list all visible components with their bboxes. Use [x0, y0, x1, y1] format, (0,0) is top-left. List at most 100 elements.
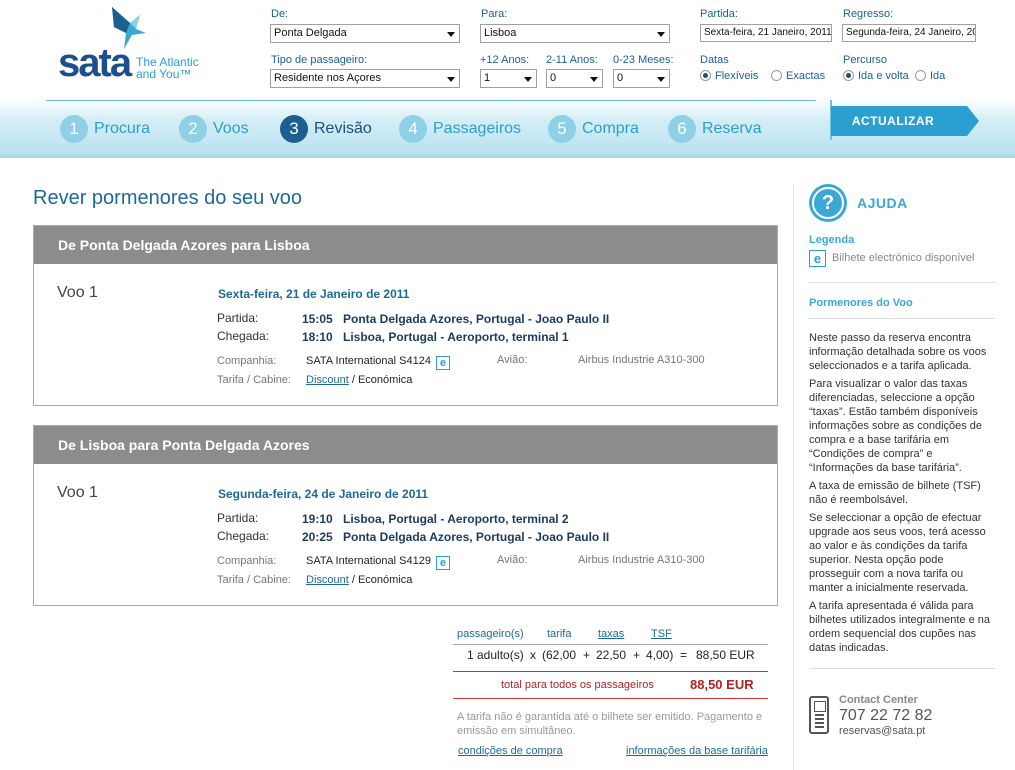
to-select-value: Lisboa: [484, 27, 517, 39]
contact-center-title: Contact Center: [839, 694, 918, 706]
equals-sign: =: [680, 648, 688, 662]
flight-body: Voo 1 Segunda-feira, 24 de Janeiro de 20…: [34, 464, 777, 604]
chevron-down-icon: [657, 32, 665, 37]
depart-place: Lisboa, Portugal - Aeroporto, terminal 2: [343, 512, 569, 526]
depart-label: Partida:: [217, 311, 259, 325]
help-question-glyph: ?: [821, 192, 835, 214]
tagline-line-2: and You™: [136, 67, 192, 81]
dates-flexible-label: Flexíveis: [715, 70, 759, 82]
return-date-label: Regresso:: [843, 8, 894, 20]
arrive-time: 18:10: [302, 330, 333, 344]
step-number: 6: [668, 115, 696, 143]
legend-text: Bilhete electrónico disponível: [832, 252, 975, 264]
from-label: De:: [271, 8, 289, 20]
help-paragraph: A tarifa apresentada é válida para bilhe…: [809, 600, 991, 654]
logo-tagline: The Atlantic and You™: [136, 56, 199, 80]
step-label: Revisão: [314, 120, 372, 137]
help-paragraph: A taxa de emissão de bilhete (TSF) não é…: [809, 480, 981, 506]
times-sign: x: [530, 648, 536, 662]
flight-card-return: De Lisboa para Ponta Delgada Azores Voo …: [33, 425, 778, 606]
depart-place: Ponta Delgada Azores, Portugal - Joao Pa…: [343, 312, 610, 326]
fare-amount: (62,00: [542, 648, 577, 662]
step-voos[interactable]: 2 Voos: [179, 115, 249, 143]
purchase-conditions-link[interactable]: condições de compra: [458, 745, 563, 757]
step-label: Voos: [213, 120, 249, 137]
infants-value: 0: [617, 72, 624, 84]
header: sata The Atlantic and You™ De: Ponta Del…: [0, 0, 1015, 158]
legend-title: Legenda: [809, 234, 855, 246]
route-return-radio[interactable]: Ida e volta: [843, 70, 909, 82]
plus-sign: +: [583, 648, 591, 662]
company-name: SATA International S4124: [306, 355, 431, 367]
help-text: Neste passo da reserva encontra informaç…: [809, 331, 995, 659]
actualizar-button[interactable]: ACTUALIZAR: [831, 106, 979, 136]
company-label: Companhia:: [217, 355, 277, 367]
fare-cabin-value: Discount / Económica: [306, 374, 412, 386]
taxes-link[interactable]: taxas: [598, 628, 624, 640]
aircraft-label: Avião:: [497, 354, 528, 366]
company-label: Companhia:: [217, 555, 277, 567]
divider: [809, 318, 995, 319]
route-oneway-label: Ida: [930, 70, 946, 82]
depart-date-field[interactable]: Sexta-feira, 21 Janeiro, 2011: [700, 24, 832, 42]
actualizar-label: ACTUALIZAR: [851, 114, 935, 128]
dates-exact-label: Exactas: [786, 70, 826, 82]
step-label: Compra: [582, 120, 639, 137]
from-select[interactable]: Ponta Delgada: [270, 24, 460, 43]
aircraft-label: Avião:: [497, 554, 528, 566]
arrive-place: Lisboa, Portugal - Aeroporto, terminal 1: [343, 330, 569, 344]
fare-cabin-label: Tarifa / Cabine:: [217, 374, 291, 386]
chevron-down-icon: [447, 77, 455, 82]
fare-disclaimer: A tarifa não é garantida até o bilhete s…: [457, 711, 763, 737]
adults-value: 1: [484, 72, 491, 84]
arrive-label: Chegada:: [217, 329, 270, 343]
dates-label: Datas: [700, 54, 729, 66]
company-value: SATA International S4124 e: [306, 355, 451, 370]
infants-select[interactable]: 0: [613, 69, 670, 88]
step-number: 3: [280, 115, 308, 143]
divider: [453, 671, 768, 672]
flight-details-title: Pormenores do Voo: [809, 297, 913, 309]
tsf-amount: 4,00): [646, 648, 674, 662]
fare-cabin-value: Discount / Económica: [306, 574, 412, 586]
fare-basis-info-link[interactable]: informações da base tarifária: [626, 745, 768, 757]
help-paragraph: Para visualizar o valor das taxas difere…: [809, 378, 983, 474]
arrive-label: Chegada:: [217, 529, 270, 543]
adults-label: +12 Anos:: [480, 54, 530, 66]
e-ticket-icon: e: [809, 250, 826, 267]
radio-empty-icon: [771, 70, 782, 81]
infants-label: 0-23 Meses:: [613, 54, 674, 66]
fare-discount-link[interactable]: Discount: [306, 574, 349, 586]
to-select[interactable]: Lisboa: [480, 24, 670, 43]
sata-logo[interactable]: sata The Atlantic and You™: [58, 5, 208, 83]
flight-header: De Lisboa para Ponta Delgada Azores: [34, 426, 777, 464]
price-summary-header: passageiro(s) tarifa taxas TSF: [453, 628, 768, 644]
step-revisao: 3 Revisão: [280, 115, 372, 143]
help-question-icon: ?: [809, 184, 847, 222]
booking-steps: 1 Procura 2 Voos 3 Revisão 4 Passageiros 5 Co…: [46, 100, 816, 156]
route-return-label: Ida e volta: [858, 70, 909, 82]
arrive-time: 20:25: [302, 530, 333, 544]
tsf-link[interactable]: TSF: [651, 628, 672, 640]
dates-flexible-radio[interactable]: Flexíveis: [700, 70, 758, 82]
route-label: Percurso: [843, 54, 888, 66]
route-oneway-radio[interactable]: Ida: [915, 70, 945, 82]
total-label: total para todos os passageiros: [501, 679, 654, 691]
contact-email[interactable]: reservas@sata.pt: [839, 725, 925, 737]
flight-date: Segunda-feira, 24 de Janeiro de 2011: [218, 487, 429, 501]
page-title: Rever pormenores do seu voo: [33, 187, 303, 209]
step-procura[interactable]: 1 Procura: [60, 115, 150, 143]
return-date-field[interactable]: Segunda-feira, 24 Janeiro, 2011: [842, 24, 976, 42]
fare-discount-link[interactable]: Discount: [306, 374, 349, 386]
phone-icon: [809, 696, 829, 734]
company-value: SATA International S4129 e: [306, 555, 451, 570]
plus-sign: +: [633, 648, 641, 662]
col-fare: tarifa: [547, 628, 572, 640]
adults-select[interactable]: 1: [480, 69, 537, 88]
children-select[interactable]: 0: [546, 69, 603, 88]
flight-date: Sexta-feira, 21 de Janeiro de 2011: [218, 287, 410, 301]
legend-row: e Bilhete electrónico disponível: [809, 250, 974, 267]
pax-type-select[interactable]: Residente nos Açores: [270, 69, 460, 88]
dates-exact-radio[interactable]: Exactas: [771, 70, 825, 82]
radio-selected-icon: [843, 70, 854, 81]
